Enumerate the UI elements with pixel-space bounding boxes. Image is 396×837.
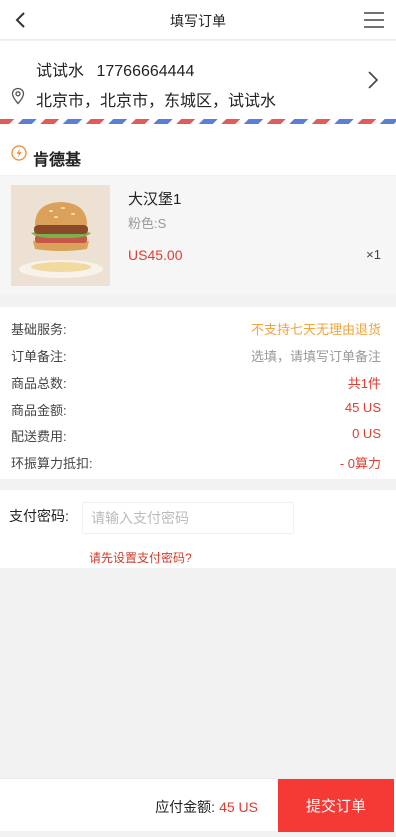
detail-label: 商品金额: [11, 403, 67, 418]
total-amount: 45 US [219, 799, 258, 815]
detail-row-shipping-fee: 配送费用: 0 US [0, 421, 396, 447]
shop-name: 肯德基 [33, 152, 82, 169]
page-title: 填写订单 [170, 13, 226, 29]
product-name: 大汉堡1 [128, 191, 182, 208]
recipient-phone: 17766664444 [96, 63, 195, 80]
payment-password-label: 支付密码: [9, 508, 69, 524]
hamburger-menu-icon[interactable] [362, 8, 386, 32]
location-pin-icon [11, 87, 25, 105]
product-price: US45.00 [128, 247, 183, 263]
checkout-footer-bar: 应付金额: 45 US 提交订单 [0, 778, 396, 832]
top-nav-bar: 填写订单 [0, 0, 396, 40]
set-payment-password-link[interactable]: 请先设置支付密码? [89, 549, 192, 566]
detail-label: 基础服务: [11, 322, 67, 337]
detail-value: 0 US [352, 426, 381, 441]
shipping-address-card[interactable]: 试试水 17766664444 北京市，北京市，东城区，试试水 [0, 41, 396, 119]
detail-value: - 0算力 [339, 456, 381, 471]
order-details-section: 基础服务: 不支持七天无理由退货 订单备注: 选填，请填写订单备注 商品总数: … [0, 307, 396, 479]
detail-row-basic-service: 基础服务: 不支持七天无理由退货 [0, 314, 396, 340]
recipient-row: 试试水 17766664444 [36, 57, 194, 81]
detail-label: 环振算力抵扣: [11, 456, 93, 471]
detail-value: 45 US [344, 400, 381, 415]
product-image [11, 185, 110, 286]
detail-label: 配送费用: [11, 429, 67, 444]
order-note-input[interactable]: 选填，请填写订单备注 [251, 346, 381, 365]
product-item[interactable]: 大汉堡1 粉色:S US45.00 ×1 [0, 176, 396, 294]
detail-value: 不支持七天无理由退货 [250, 322, 381, 337]
detail-value: 共1件 [347, 376, 381, 391]
payment-password-input[interactable] [82, 502, 294, 534]
shop-header: 肯德基 [0, 124, 396, 176]
payment-password-section: 支付密码: 请先设置支付密码? [0, 490, 396, 568]
detail-label: 订单备注: [11, 349, 67, 364]
total-payable: 应付金额: 45 US [155, 797, 258, 817]
product-quantity: ×1 [366, 247, 381, 262]
recipient-address: 北京市，北京市，东城区，试试水 [36, 93, 277, 110]
detail-row-item-count: 商品总数: 共1件 [0, 368, 396, 394]
submit-order-button[interactable]: 提交订单 [278, 779, 394, 832]
detail-label: 商品总数: [11, 376, 67, 391]
detail-row-order-note[interactable]: 订单备注: 选填，请填写订单备注 [0, 341, 396, 367]
detail-row-goods-amount: 商品金额: 45 US [0, 395, 396, 421]
total-label: 应付金额: [155, 799, 216, 815]
chevron-right-icon[interactable] [366, 69, 380, 91]
lightning-icon [11, 145, 27, 161]
recipient-name: 试试水 [36, 63, 85, 80]
product-variant: 粉色:S [128, 216, 167, 231]
detail-row-compute-deduction: 环振算力抵扣: - 0算力 [0, 448, 396, 474]
